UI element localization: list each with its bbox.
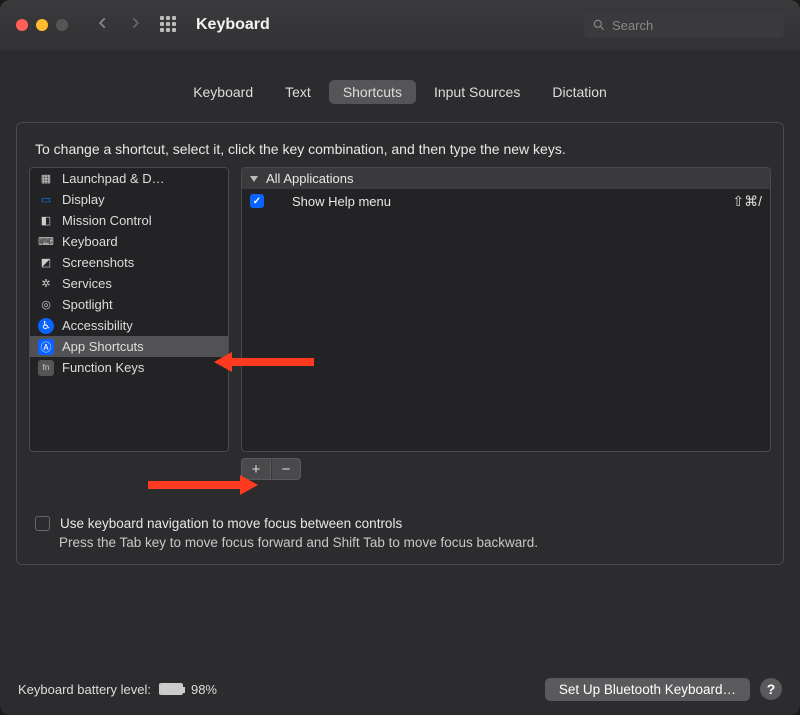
cat-app-shortcuts[interactable]: ⒶApp Shortcuts [30, 336, 228, 357]
window-title: Keyboard [196, 16, 270, 34]
shortcuts-panel: To change a shortcut, select it, click t… [16, 122, 784, 565]
tab-text[interactable]: Text [271, 80, 325, 104]
shortcuts-list[interactable]: All Applications ✓ Show Help menu ⇧⌘/ [241, 167, 771, 452]
minimize-window[interactable] [36, 19, 48, 31]
forward-button[interactable] [128, 16, 142, 35]
show-all-button[interactable] [160, 16, 178, 34]
cat-launchpad[interactable]: ▦Launchpad & D… [30, 168, 228, 189]
traffic-lights [16, 19, 68, 31]
instruction-text: To change a shortcut, select it, click t… [35, 141, 765, 157]
category-list[interactable]: ▦Launchpad & D… ▭Display ◧Mission Contro… [29, 167, 229, 452]
keyboard-nav-label: Use keyboard navigation to move focus be… [60, 516, 402, 531]
add-button[interactable]: + [241, 458, 271, 480]
remove-button[interactable]: − [271, 458, 301, 480]
keyboard-nav-checkbox[interactable] [35, 516, 50, 531]
add-remove-buttons: + − [241, 458, 771, 480]
cat-spotlight[interactable]: ◎Spotlight [30, 294, 228, 315]
mission-control-icon: ◧ [38, 213, 54, 229]
zoom-window[interactable] [56, 19, 68, 31]
pref-tabs: Keyboard Text Shortcuts Input Sources Di… [0, 80, 800, 104]
keyboard-nav-hint: Press the Tab key to move focus forward … [59, 535, 765, 550]
function-keys-icon: fn [38, 360, 54, 376]
tab-shortcuts[interactable]: Shortcuts [329, 80, 416, 104]
shortcut-label: Show Help menu [292, 194, 391, 209]
accessibility-icon: ♿︎ [38, 318, 54, 334]
chevron-down-icon [250, 176, 258, 182]
keyboard-icon: ⌨︎ [38, 234, 54, 250]
search-icon [592, 18, 606, 32]
cat-services[interactable]: ✲Services [30, 273, 228, 294]
tab-dictation[interactable]: Dictation [538, 80, 620, 104]
shortcut-keys[interactable]: ⇧⌘/ [732, 193, 762, 210]
tab-keyboard[interactable]: Keyboard [179, 80, 267, 104]
keyboard-pref-window: Keyboard Search Keyboard Text Shortcuts … [0, 0, 800, 715]
enabled-checkbox[interactable]: ✓ [250, 194, 264, 208]
chevron-right-icon [128, 16, 142, 30]
keyboard-nav-row: Use keyboard navigation to move focus be… [35, 516, 765, 531]
chevron-left-icon [96, 16, 110, 30]
services-icon: ✲ [38, 276, 54, 292]
close-window[interactable] [16, 19, 28, 31]
display-icon: ▭ [38, 192, 54, 208]
cat-keyboard[interactable]: ⌨︎Keyboard [30, 231, 228, 252]
cat-display[interactable]: ▭Display [30, 189, 228, 210]
setup-bluetooth-button[interactable]: Set Up Bluetooth Keyboard… [545, 678, 750, 701]
help-button[interactable]: ? [760, 678, 782, 700]
cat-screenshots[interactable]: ◩Screenshots [30, 252, 228, 273]
launchpad-icon: ▦ [38, 171, 54, 187]
cat-mission-control[interactable]: ◧Mission Control [30, 210, 228, 231]
battery-status: Keyboard battery level: 98% [18, 682, 217, 697]
app-shortcuts-icon: Ⓐ [38, 339, 54, 355]
window-footer: Keyboard battery level: 98% Set Up Bluet… [0, 663, 800, 715]
cat-accessibility[interactable]: ♿︎Accessibility [30, 315, 228, 336]
tab-input-sources[interactable]: Input Sources [420, 80, 534, 104]
back-button[interactable] [96, 16, 110, 35]
spotlight-icon: ◎ [38, 297, 54, 313]
shortcut-row-show-help[interactable]: ✓ Show Help menu ⇧⌘/ [242, 189, 770, 213]
screenshots-icon: ◩ [38, 255, 54, 271]
cat-function-keys[interactable]: fnFunction Keys [30, 357, 228, 378]
search-placeholder: Search [612, 18, 653, 33]
titlebar: Keyboard Search [0, 0, 800, 50]
search-input[interactable]: Search [584, 12, 784, 38]
group-all-applications[interactable]: All Applications [242, 168, 770, 189]
battery-icon [159, 683, 183, 695]
